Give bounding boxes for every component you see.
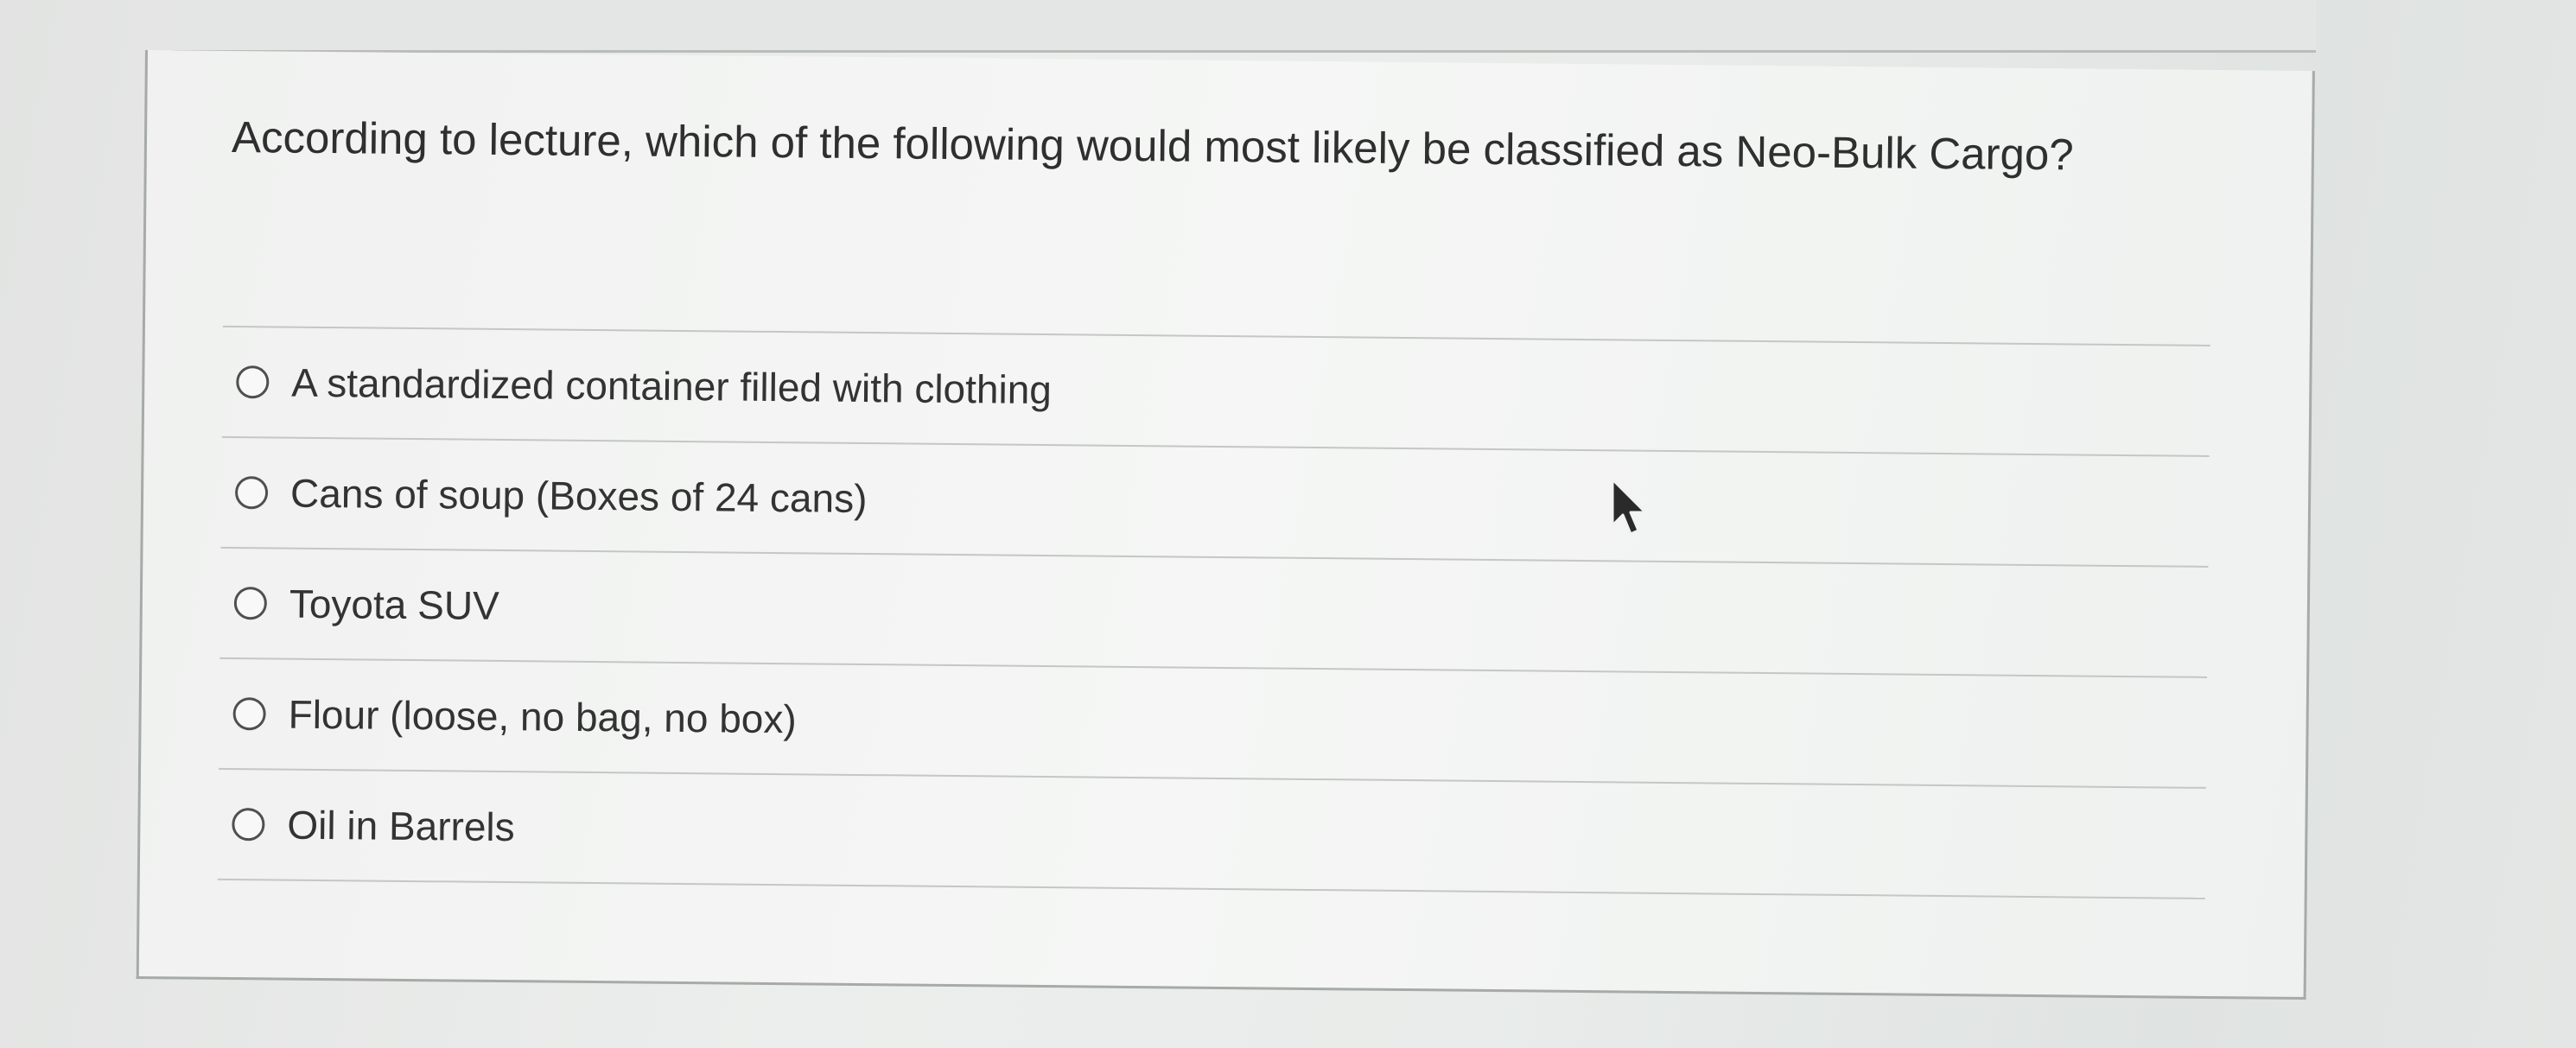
mouse-pointer-icon <box>1611 478 1647 536</box>
question-text: According to lecture, which of the follo… <box>231 111 2074 180</box>
option-flour-loose[interactable]: Flour (loose, no bag, no box) <box>219 658 2208 789</box>
radio-button[interactable] <box>232 697 266 731</box>
radio-button[interactable] <box>232 808 265 842</box>
answer-options: A standardized container filled with clo… <box>217 325 2210 899</box>
radio-button[interactable] <box>234 476 269 510</box>
radio-button[interactable] <box>236 365 270 399</box>
option-label: Flour (loose, no bag, no box) <box>288 691 797 742</box>
previous-card-edge <box>173 0 2316 53</box>
option-label: Oil in Barrels <box>287 802 515 850</box>
question-card: According to lecture, which of the follo… <box>136 50 2315 1000</box>
option-cans-of-soup[interactable]: Cans of soup (Boxes of 24 cans) <box>220 437 2210 568</box>
option-toyota-suv[interactable]: Toyota SUV <box>219 548 2209 678</box>
option-label: Cans of soup (Boxes of 24 cans) <box>289 470 868 522</box>
option-label: Toyota SUV <box>289 581 500 628</box>
option-container-with-clothing[interactable]: A standardized container filled with clo… <box>221 327 2210 457</box>
option-label: A standardized container filled with clo… <box>291 359 1053 413</box>
screen: According to lecture, which of the follo… <box>0 0 2576 1048</box>
option-oil-in-barrels[interactable]: Oil in Barrels <box>217 769 2206 899</box>
radio-button[interactable] <box>233 587 268 620</box>
